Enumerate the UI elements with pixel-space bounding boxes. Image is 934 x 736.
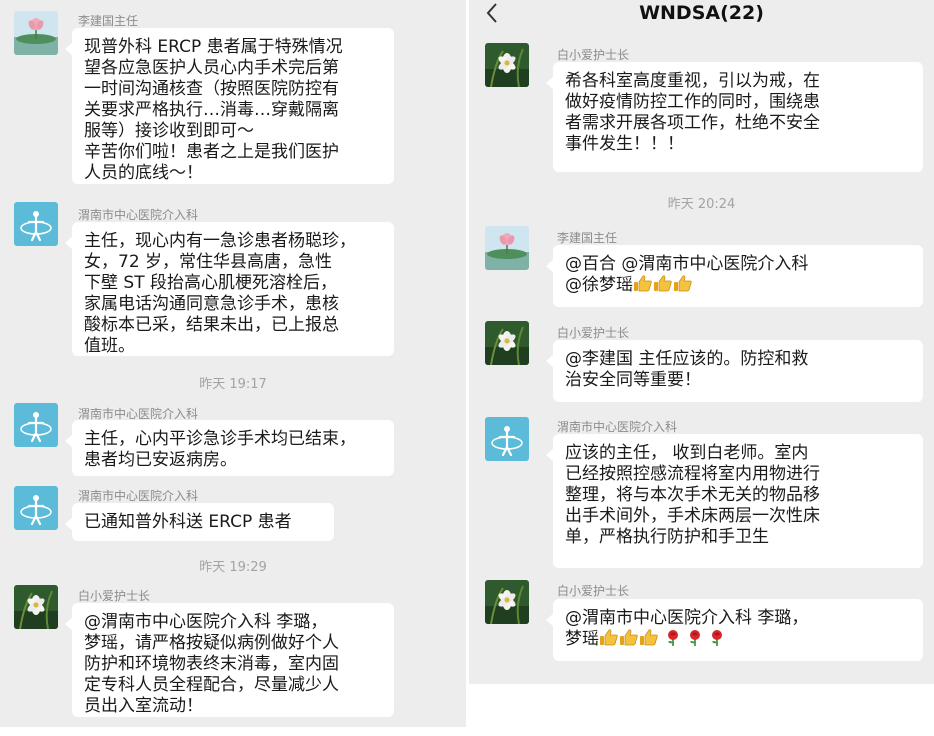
mention-text: @徐梦瑶	[565, 275, 633, 295]
message-bubble[interactable]: 主任，现心内有一急诊患者杨聪珍， 女，72 岁，常住华县高唐，急性 下壁 ST …	[65, 222, 394, 356]
chat-header: WNDSA(22)	[469, 0, 934, 28]
message-line: 已通知普外科送 ERCP 患者	[84, 512, 292, 532]
flower-avatar-icon	[485, 580, 529, 624]
hospital-logo-icon	[14, 403, 58, 447]
hospital-logo-icon	[14, 486, 58, 530]
avatar-weinan-hospital[interactable]	[14, 486, 58, 530]
message-line: 值班。	[84, 336, 135, 356]
rose-icon	[667, 629, 679, 647]
thumbs-up-icon	[639, 629, 658, 646]
avatar-li-jianguo[interactable]	[485, 226, 529, 270]
timestamp: 昨天 20:24	[667, 197, 736, 212]
message-bubble[interactable]: @渭南市中心医院介入科 李璐， 梦瑶	[546, 599, 923, 661]
thumbs-up-icon	[599, 629, 618, 646]
message-line: 做好疫情防控工作的同时，围绕患	[565, 92, 820, 112]
avatar-bai-xiaoai[interactable]	[485, 43, 529, 87]
avatar-li-jianguo[interactable]	[14, 11, 58, 55]
message-bubble[interactable]: 现普外科 ERCP 患者属于特殊情况 望各应急医护人员心内手术完后第 一时间沟通…	[65, 28, 394, 184]
message-line: 人员的底线～！	[84, 163, 203, 183]
thumbs-up-icon	[653, 275, 672, 292]
thumbs-up-icon	[619, 629, 638, 646]
message-bubble[interactable]: 已通知普外科送 ERCP 患者	[65, 503, 334, 541]
sender-name: 白小爱护士长	[78, 589, 151, 603]
message-line: 治安全同等重要！	[565, 370, 701, 390]
left-chat-panel: 李建国主任 现普外科 ERCP 患者属于特殊情况 望各应急医护人员心内手术完后第…	[0, 0, 466, 727]
message-line: @李建国 主任应该的。防控和救	[565, 349, 809, 369]
rose-icon	[689, 629, 701, 647]
message-line: 辛苦你们啦！患者之上是我们医护	[84, 142, 339, 162]
message-bubble[interactable]: 主任，心内平诊急诊手术均已结束， 患者均已安返病房。	[65, 420, 394, 476]
avatar-weinan-hospital[interactable]	[14, 202, 58, 246]
chat-title: WNDSA(22)	[639, 2, 764, 24]
sender-name: 白小爱护士长	[557, 326, 630, 340]
sender-name: 李建国主任	[557, 231, 618, 245]
message-line: 主任，现心内有一急诊患者杨聪珍，	[84, 231, 356, 251]
lotus-avatar-icon	[14, 11, 58, 55]
avatar-weinan-hospital[interactable]	[14, 403, 58, 447]
message-line: 望各应急医护人员心内手术完后第	[84, 58, 339, 78]
sender-name: 白小爱护士长	[557, 584, 630, 598]
message-line: 一时间沟通核查（按照医院防控有	[84, 79, 339, 99]
sender-name: 渭南市中心医院介入科	[78, 489, 199, 503]
message-line: 出手术间外，手术床两层一次性床	[565, 506, 820, 526]
message-line: 希各科室高度重视，引以为戒，在	[565, 71, 820, 91]
message-bubble[interactable]: @百合 @渭南市中心医院介入科 @徐梦瑶	[546, 245, 923, 307]
message-line: 女，72 岁，常住华县高唐，急性	[84, 252, 333, 272]
message-line: 单，严格执行防护和手卫生	[565, 527, 769, 547]
sender-name: 渭南市中心医院介入科	[557, 420, 678, 434]
message-line: 已经按照控感流程将室内用物进行	[565, 464, 820, 484]
message-bubble[interactable]: @渭南市中心医院介入科 李璐， 梦瑶，请严格按疑似病例做好个人 防护和环境物表终…	[65, 603, 394, 717]
message-line: 梦瑶	[565, 629, 911, 650]
flower-avatar-icon	[485, 321, 529, 365]
message-line: @徐梦瑶	[565, 275, 911, 296]
message-line: 者需求开展各项工作，杜绝不安全	[565, 113, 820, 133]
timestamp: 昨天 19:17	[199, 377, 267, 392]
right-chat-panel: WNDSA(22) 白小爱护士长 希各科室高度重视，引以为戒，在 做好疫情防控工…	[469, 0, 934, 684]
timestamp: 昨天 19:29	[199, 560, 267, 575]
message-line: 主任，心内平诊急诊手术均已结束，	[84, 429, 356, 449]
message-line: @渭南市中心医院介入科 李璐，	[84, 612, 328, 632]
thumbs-up-icon	[673, 275, 692, 292]
message-bubble[interactable]: 希各科室高度重视，引以为戒，在 做好疫情防控工作的同时，围绕患 者需求开展各项工…	[546, 62, 923, 172]
message-line: 关要求严格执行…消毒…穿戴隔离	[84, 100, 339, 120]
message-line: 应该的主任， 收到白老师。室内	[565, 443, 809, 463]
sender-name: 李建国主任	[78, 14, 139, 28]
sender-name: 渭南市中心医院介入科	[78, 208, 199, 222]
flower-avatar-icon	[14, 585, 58, 629]
hospital-logo-icon	[485, 417, 529, 461]
sender-name: 白小爱护士长	[557, 48, 630, 62]
message-line: 服等）接诊收到即可～	[84, 121, 254, 141]
message-line: @渭南市中心医院介入科 李璐，	[565, 608, 809, 628]
thumbs-up-icon	[633, 275, 652, 292]
mention-text: 梦瑶	[565, 629, 599, 649]
avatar-bai-xiaoai[interactable]	[485, 580, 529, 624]
message-line: 患者均已安返病房。	[84, 450, 237, 470]
avatar-weinan-hospital[interactable]	[485, 417, 529, 461]
message-line: 家属电话沟通同意急诊手术，患核	[84, 294, 339, 314]
message-bubble[interactable]: 应该的主任， 收到白老师。室内 已经按照控感流程将室内用物进行 整理，将与本次手…	[546, 434, 923, 568]
hospital-logo-icon	[14, 202, 58, 246]
message-bubble[interactable]: @李建国 主任应该的。防控和救 治安全同等重要！	[546, 340, 923, 402]
message-line: 酸标本已采，结果未出，已上报总	[84, 315, 339, 335]
flower-avatar-icon	[485, 43, 529, 87]
lotus-avatar-icon	[485, 226, 529, 270]
avatar-bai-xiaoai[interactable]	[14, 585, 58, 629]
rose-icon	[711, 629, 723, 647]
avatar-bai-xiaoai[interactable]	[485, 321, 529, 365]
message-line: 现普外科 ERCP 患者属于特殊情况	[84, 37, 343, 57]
message-line: 防护和环境物表终末消毒，室内固	[84, 654, 339, 674]
message-line: 事件发生！！！	[565, 134, 684, 154]
message-line: 定专科人员全程配合，尽量减少人	[84, 675, 339, 695]
message-line: 下壁 ST 段抬高心肌梗死溶栓后，	[84, 273, 337, 293]
message-line: @百合 @渭南市中心医院介入科	[565, 254, 809, 274]
message-line: 员出入室流动！	[84, 696, 203, 716]
message-line: 梦瑶，请严格按疑似病例做好个人	[84, 633, 339, 653]
message-line: 整理，将与本次手术无关的物品移	[565, 485, 820, 505]
